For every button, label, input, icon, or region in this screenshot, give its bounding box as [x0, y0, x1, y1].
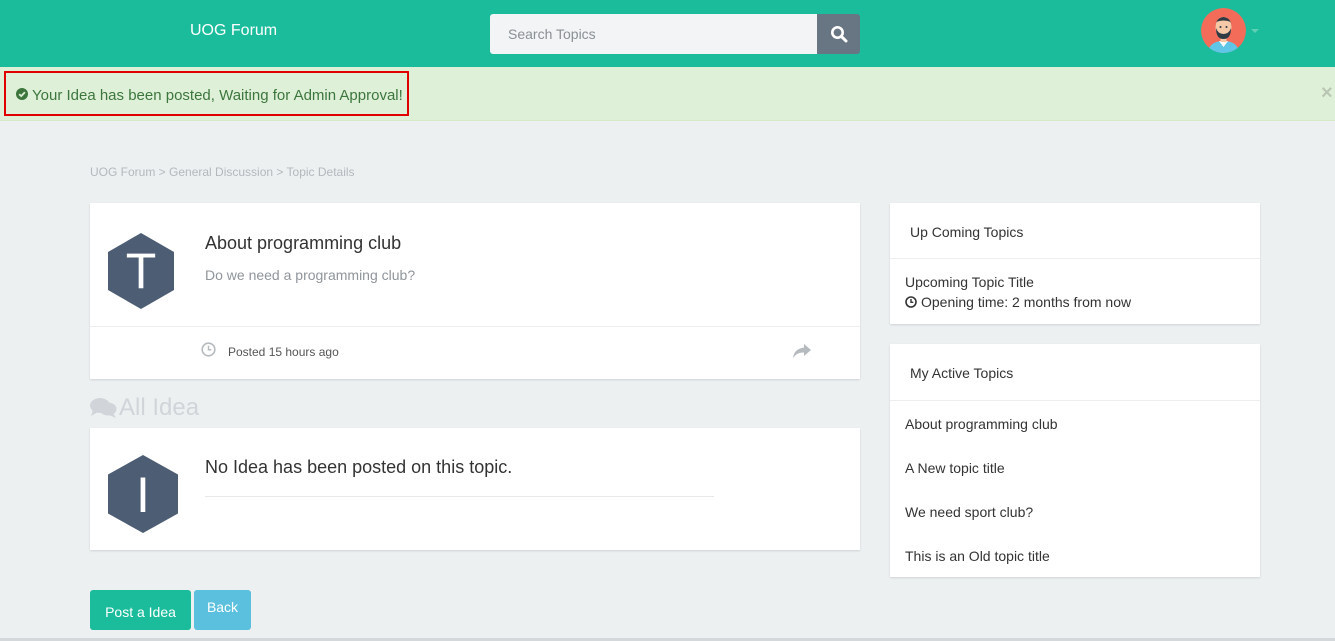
check-circle-icon — [16, 88, 28, 100]
search-input[interactable] — [490, 14, 818, 54]
panel-heading: Up Coming Topics — [910, 224, 1024, 240]
user-avatar-icon — [1201, 8, 1246, 53]
back-button[interactable]: Back — [194, 590, 251, 630]
clock-icon — [905, 296, 917, 308]
search-button[interactable] — [817, 14, 860, 54]
active-topics-panel: My Active Topics About programming club … — [890, 344, 1260, 577]
success-alert: Your Idea has been posted, Waiting for A… — [0, 67, 1335, 121]
divider — [205, 496, 714, 497]
top-navbar: UOG Forum — [0, 0, 1335, 67]
divider — [890, 400, 1260, 401]
post-idea-button[interactable]: Post a Idea — [90, 590, 191, 630]
comments-icon — [90, 398, 117, 418]
divider — [890, 258, 1260, 259]
upcoming-topics-panel: Up Coming Topics Upcoming Topic Title Op… — [890, 203, 1260, 324]
topic-description: Do we need a programming club? — [205, 267, 416, 283]
panel-heading: My Active Topics — [910, 365, 1014, 381]
divider — [90, 326, 860, 327]
idea-avatar-letter: I — [136, 467, 150, 523]
upcoming-topic-title[interactable]: Upcoming Topic Title — [905, 274, 1034, 290]
empty-ideas-message: No Idea has been posted on this topic. — [205, 457, 513, 477]
brand-link[interactable]: UOG Forum — [190, 22, 277, 40]
topic-title: About programming club — [205, 233, 402, 253]
topic-avatar-letter: T — [126, 243, 157, 299]
search-icon — [830, 26, 847, 43]
topic-card: T About programming club Do we need a pr… — [90, 203, 860, 379]
chevron-down-icon[interactable] — [1251, 29, 1259, 33]
clock-icon — [201, 342, 216, 357]
active-topic-link[interactable]: We need sport club? — [905, 504, 1033, 520]
all-idea-heading: All Idea — [90, 394, 199, 422]
all-idea-title: All Idea — [119, 394, 200, 421]
share-icon[interactable] — [792, 343, 812, 359]
topic-avatar-hexagon: T — [108, 233, 174, 309]
opening-time-text: Opening time: 2 months from now — [921, 294, 1132, 310]
opening-time: Opening time: 2 months from now — [905, 294, 1131, 310]
posted-time: Posted 15 hours ago — [228, 345, 339, 359]
idea-card: I No Idea has been posted on this topic. — [90, 428, 860, 550]
user-avatar[interactable] — [1201, 8, 1246, 53]
idea-avatar-hexagon: I — [108, 455, 178, 533]
close-icon[interactable]: × — [1321, 83, 1333, 103]
breadcrumb: UOG Forum > General Discussion > Topic D… — [90, 165, 355, 179]
active-topic-link[interactable]: A New topic title — [905, 460, 1005, 476]
active-topic-link[interactable]: This is an Old topic title — [905, 548, 1050, 564]
alert-message: Your Idea has been posted, Waiting for A… — [32, 87, 403, 104]
active-topic-link[interactable]: About programming club — [905, 416, 1058, 432]
